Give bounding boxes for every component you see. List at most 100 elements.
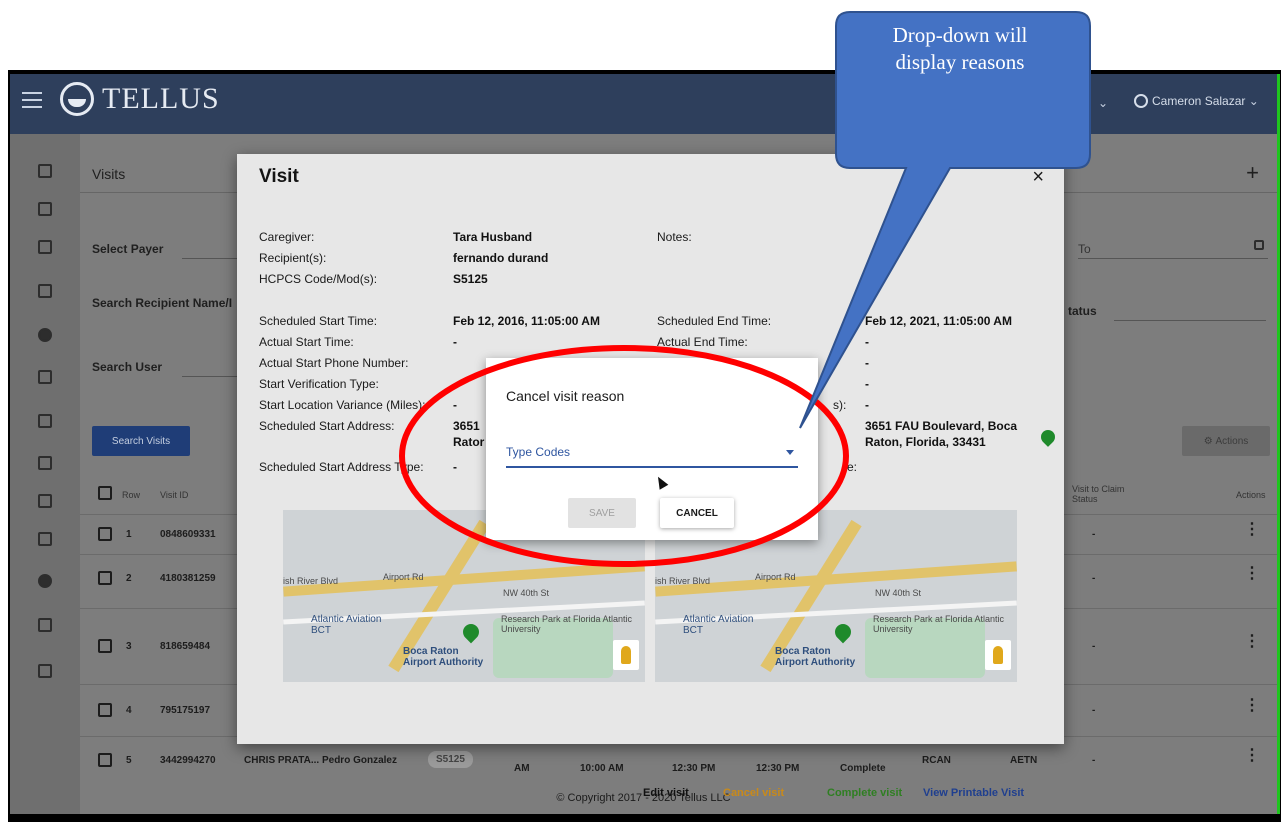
callout-line-1: Drop-down will bbox=[892, 23, 1028, 47]
select-payer-label[interactable]: Select Payer bbox=[92, 242, 163, 256]
map-place-label: Atlantic Aviation BCT bbox=[311, 614, 382, 636]
calendar-icon[interactable] bbox=[1254, 240, 1264, 250]
modal-title: Visit bbox=[259, 166, 299, 187]
location-pin-icon[interactable] bbox=[1038, 427, 1058, 447]
to-date-underline bbox=[1078, 258, 1268, 259]
claim-status: - bbox=[1092, 641, 1096, 652]
select-all-checkbox[interactable] bbox=[98, 486, 112, 500]
actual-start-label: Actual Start Time: bbox=[259, 335, 354, 349]
list-icon[interactable] bbox=[38, 284, 52, 298]
map-road-label: ish River Blvd bbox=[655, 576, 711, 586]
row-checkbox[interactable] bbox=[98, 703, 112, 717]
dashboard-icon[interactable] bbox=[38, 164, 52, 178]
row-checkbox[interactable] bbox=[98, 571, 112, 585]
map-road-label: ish River Blvd bbox=[283, 576, 339, 586]
search-user-underline bbox=[182, 376, 242, 377]
edit-visit-link[interactable]: Edit visit bbox=[643, 787, 689, 799]
visit-id: 4180381259 bbox=[160, 573, 216, 584]
trending-icon[interactable] bbox=[38, 414, 52, 428]
alert-icon[interactable] bbox=[38, 328, 52, 342]
actual-phone-label: Actual Start Phone Number: bbox=[259, 356, 409, 370]
dialog-title: Cancel visit reason bbox=[506, 388, 625, 404]
row-checkbox[interactable] bbox=[98, 753, 112, 767]
view-printable-visit-link[interactable]: View Printable Visit bbox=[923, 787, 1024, 799]
close-icon[interactable]: × bbox=[1032, 166, 1044, 189]
more-vert-icon[interactable]: ⋮ bbox=[1244, 698, 1260, 714]
caregiver-value: Tara Husband bbox=[453, 230, 533, 244]
row-number: 4 bbox=[126, 705, 132, 716]
group-icon[interactable] bbox=[38, 456, 52, 470]
end-location-variance-label: s): bbox=[833, 398, 847, 412]
visit-id: 3442994270 bbox=[160, 755, 216, 766]
header-visit-id: Visit ID bbox=[160, 490, 189, 500]
cell: Complete bbox=[840, 763, 886, 774]
user-menu[interactable]: Cameron Salazar ⌄ bbox=[1134, 94, 1259, 108]
search-recipient-label[interactable]: Search Recipient Name/I bbox=[92, 296, 232, 310]
dropdown-arrow-icon[interactable] bbox=[786, 450, 794, 455]
header-row: Row bbox=[122, 490, 141, 500]
cancel-visit-link[interactable]: Cancel visit bbox=[723, 787, 784, 799]
more-vert-icon[interactable]: ⋮ bbox=[1244, 748, 1260, 764]
chevron-down-icon[interactable]: ⌄ bbox=[1098, 96, 1108, 110]
search-user-label[interactable]: Search User bbox=[92, 360, 162, 374]
sched-address-label: Scheduled Start Address: bbox=[259, 419, 395, 433]
row-checkbox[interactable] bbox=[98, 527, 112, 541]
hcpcs-label: HCPCS Code/Mod(s): bbox=[259, 272, 378, 286]
save-button[interactable]: SAVE bbox=[568, 498, 636, 528]
caregiver-label: Caregiver: bbox=[259, 230, 315, 244]
clipboard-icon[interactable] bbox=[38, 532, 52, 546]
logout-icon[interactable] bbox=[38, 664, 52, 678]
status-label[interactable]: tatus bbox=[1068, 304, 1097, 318]
end-address-value: 3651 FAU Boulevard, Boca bbox=[865, 419, 1018, 433]
calendar-icon[interactable] bbox=[38, 202, 52, 216]
sched-start-value: Feb 12, 2016, 11:05:00 AM bbox=[453, 314, 600, 328]
recipients-label: Recipient(s): bbox=[259, 251, 327, 265]
event-icon[interactable] bbox=[38, 370, 52, 384]
row-number: 5 bbox=[126, 755, 132, 766]
sched-address-value: 3651 bbox=[453, 419, 480, 433]
sched-address-type-value: - bbox=[453, 460, 457, 474]
more-vert-icon[interactable]: ⋮ bbox=[1244, 566, 1260, 582]
caregiver-recipient: CHRIS PRATA... Pedro Gonzalez bbox=[244, 755, 397, 766]
search-visits-button[interactable]: Search Visits bbox=[92, 426, 190, 456]
row-number: 1 bbox=[126, 529, 132, 540]
map-marker-icon bbox=[459, 620, 483, 644]
more-vert-icon[interactable]: ⋮ bbox=[1244, 634, 1260, 650]
tellus-logo-icon bbox=[60, 82, 94, 116]
people-icon[interactable] bbox=[38, 494, 52, 508]
street-view-icon[interactable] bbox=[613, 640, 639, 670]
map-road-label: Airport Rd bbox=[755, 572, 796, 582]
map-place-label: Research Park at Florida Atlantic Univer… bbox=[873, 614, 1005, 634]
settings-icon[interactable] bbox=[38, 574, 52, 588]
sched-end-value: Feb 12, 2021, 11:05:00 AM bbox=[865, 314, 1012, 328]
hamburger-menu-icon[interactable] bbox=[22, 92, 42, 108]
language-label: English bbox=[989, 96, 1026, 108]
callout-line-2: display reasons bbox=[895, 50, 1025, 74]
cancel-button[interactable]: CANCEL bbox=[660, 498, 734, 528]
notes-label: Notes: bbox=[657, 230, 692, 244]
recipients-value: fernando durand bbox=[453, 251, 549, 265]
select-value: Type Codes bbox=[506, 445, 571, 459]
sched-address-value-2: Rator bbox=[453, 435, 485, 449]
actual-start-value: - bbox=[453, 335, 457, 349]
actions-button[interactable]: ⚙ Actions bbox=[1182, 426, 1270, 456]
street-view-icon[interactable] bbox=[985, 640, 1011, 670]
actual-end-label: Actual End Time: bbox=[657, 335, 748, 349]
cell: AETN bbox=[1010, 755, 1038, 766]
map-place-label: Research Park at Florida Atlantic Univer… bbox=[501, 614, 633, 634]
language-selector[interactable]: English bbox=[968, 96, 1025, 108]
row-checkbox[interactable] bbox=[98, 639, 112, 653]
reason-type-code-select[interactable]: Type Codes bbox=[506, 442, 798, 468]
sched-end-label: Scheduled End Time: bbox=[657, 314, 772, 328]
map-place-label: Boca Raton Airport Authority bbox=[775, 646, 856, 668]
cell: 12:30 PM bbox=[756, 763, 800, 774]
tellus-logo: TELLUS bbox=[60, 82, 220, 116]
download-icon[interactable] bbox=[38, 618, 52, 632]
more-vert-icon[interactable]: ⋮ bbox=[1244, 522, 1260, 538]
complete-visit-link[interactable]: Complete visit bbox=[827, 787, 902, 799]
actions-label: Actions bbox=[1215, 435, 1249, 447]
page-title: Visits bbox=[92, 166, 126, 182]
to-date-label[interactable]: To bbox=[1078, 242, 1091, 256]
filter-icon[interactable] bbox=[38, 240, 52, 254]
add-visit-icon[interactable]: + bbox=[1246, 160, 1259, 186]
